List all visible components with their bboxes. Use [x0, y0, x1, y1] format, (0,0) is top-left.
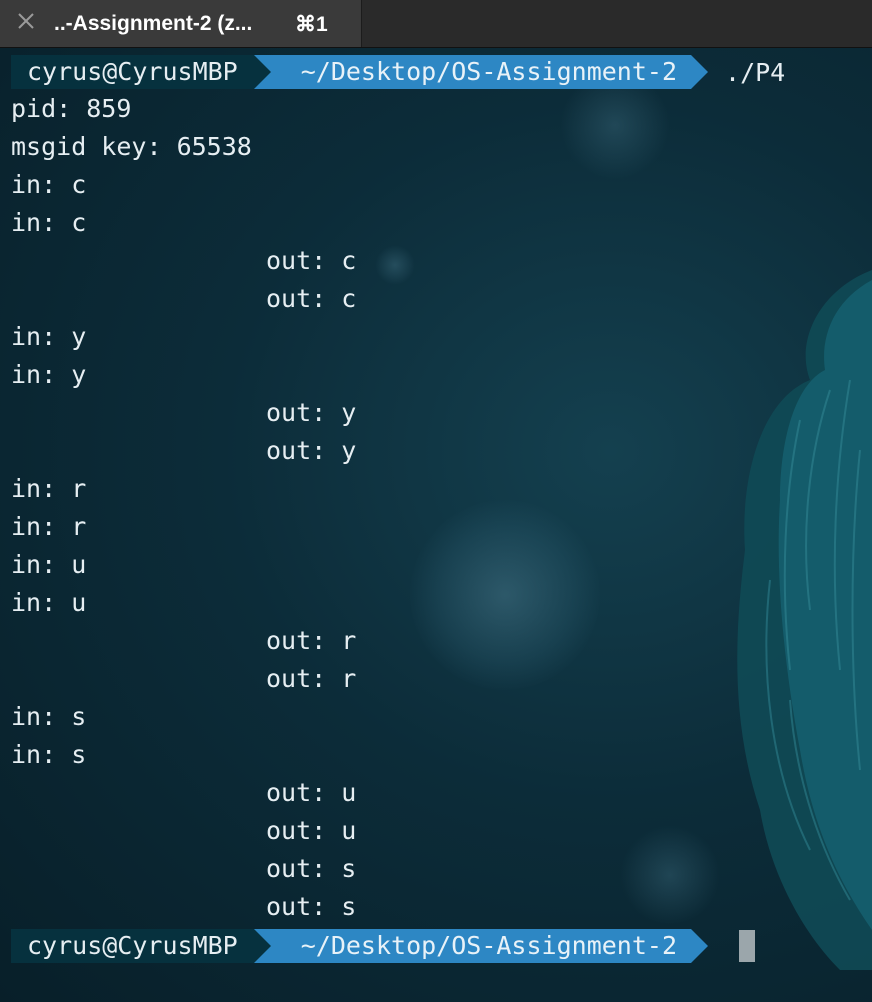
output-line: in: u — [11, 588, 87, 617]
background-bokeh — [410, 500, 600, 690]
output-line: out: c — [266, 284, 357, 313]
output-line: in: c — [11, 170, 87, 199]
output-line: out: r — [266, 626, 357, 655]
output-line: out: r — [266, 664, 357, 693]
prompt-command: ./P4 — [725, 57, 786, 87]
tab-title: ..-Assignment-2 (z... — [54, 12, 253, 35]
prompt-path-segment: ~/Desktop/OS-Assignment-2 — [270, 929, 692, 963]
shell-prompt: cyrus@CyrusMBP ~/Desktop/OS-Assignment-2… — [11, 55, 785, 89]
prompt-separator-icon — [691, 929, 709, 963]
output-line: in: s — [11, 702, 87, 731]
prompt-user-segment: cyrus@CyrusMBP — [11, 55, 254, 89]
output-line: in: y — [11, 322, 87, 351]
output-line: out: c — [266, 246, 357, 275]
output-line: out: y — [266, 436, 357, 465]
output-line: out: s — [266, 892, 357, 921]
output-line: out: u — [266, 816, 357, 845]
output-line: msgid key: 65538 — [11, 132, 252, 161]
shell-prompt-current[interactable]: cyrus@CyrusMBP ~/Desktop/OS-Assignment-2 — [11, 929, 756, 963]
tab-bar: ..-Assignment-2 (z... ⌘1 — [0, 0, 872, 48]
background-character-art — [737, 270, 872, 970]
output-line: out: y — [266, 398, 357, 427]
tab-terminal[interactable]: ..-Assignment-2 (z... ⌘1 — [0, 0, 362, 47]
output-line: in: c — [11, 208, 87, 237]
output-line: out: u — [266, 778, 357, 807]
prompt-separator-icon — [691, 55, 709, 89]
background-bokeh — [375, 245, 415, 285]
prompt-separator-icon — [253, 55, 271, 89]
output-line: pid: 859 — [11, 94, 132, 123]
background-bokeh — [620, 825, 720, 925]
prompt-user-segment: cyrus@CyrusMBP — [11, 929, 254, 963]
output-line: in: u — [11, 550, 87, 579]
output-line: out: s — [266, 854, 357, 883]
output-line: in: r — [11, 474, 87, 503]
prompt-separator-icon — [253, 929, 271, 963]
output-line: in: r — [11, 512, 87, 541]
prompt-path-segment: ~/Desktop/OS-Assignment-2 — [270, 55, 692, 89]
output-line: in: y — [11, 360, 87, 389]
output-line: in: s — [11, 740, 87, 769]
close-icon[interactable] — [15, 10, 37, 32]
text-cursor[interactable] — [739, 930, 756, 962]
tab-shortcut: ⌘1 — [295, 13, 328, 36]
terminal-window[interactable]: ..-Assignment-2 (z... ⌘1 cyrus@CyrusMBP … — [0, 0, 872, 1002]
